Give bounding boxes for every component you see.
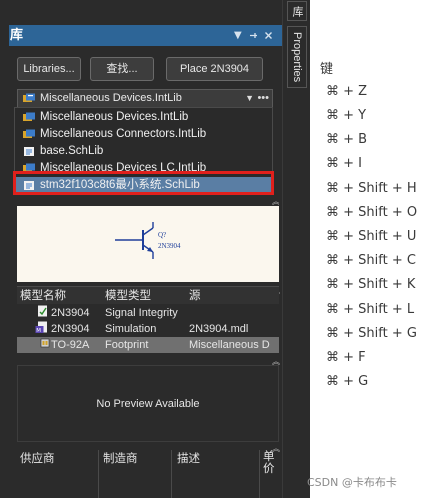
col-unit-price[interactable]: 单价: [263, 450, 277, 474]
col-supplier[interactable]: 供应商: [20, 450, 55, 466]
table-row[interactable]: 2N3904 Signal Integrity: [17, 305, 279, 321]
library-select-value: Miscellaneous Devices.IntLib: [40, 92, 182, 104]
supplier-grid-header: 供应商 制造商 描述 单价: [17, 450, 279, 498]
shortcut-item: ⌘ + F: [326, 350, 366, 365]
models-grid: 模型名称 模型类型 源 2N3904 Signal Integrity M 2N…: [17, 286, 279, 354]
library-option[interactable]: Miscellaneous Devices.IntLib: [15, 109, 272, 126]
pin-icon[interactable]: [249, 25, 258, 46]
shortcut-header: 键: [320, 62, 334, 77]
search-button[interactable]: 查找...: [90, 57, 154, 81]
place-button[interactable]: Place 2N3904: [166, 57, 263, 81]
svg-text:Q?: Q?: [158, 231, 166, 239]
shortcut-item: ⌘ + Shift + O: [326, 205, 418, 220]
shortcut-item: ⌘ + Shift + G: [326, 326, 417, 341]
panel-menu-icon[interactable]: ▼: [234, 25, 242, 46]
watermark: CSDN @卡布布卡: [307, 476, 397, 489]
more-options-icon[interactable]: •••: [257, 90, 269, 107]
col-manufacturer[interactable]: 制造商: [103, 450, 138, 466]
library-option-label: Miscellaneous Devices.IntLib: [40, 111, 189, 123]
shortcut-item: ⌘ + Y: [326, 108, 367, 123]
close-icon[interactable]: [264, 25, 273, 46]
col-description[interactable]: 描述: [177, 450, 200, 466]
shortcut-item: ⌘ + Shift + K: [326, 277, 416, 292]
col-model-name[interactable]: 模型名称: [20, 287, 66, 304]
chevron-down-icon[interactable]: ▼: [245, 90, 254, 107]
shortcut-item: ⌘ + Z: [326, 84, 368, 99]
column-divider: [98, 450, 99, 498]
transistor-symbol: Q? 2N3904: [115, 222, 181, 259]
libraries-panel: 库 ▼ Libraries... 查找... Place 2N3904 Misc…: [9, 0, 282, 498]
shortcut-item: ⌘ + B: [326, 132, 368, 147]
screenshot-root: 库 ▼ Libraries... 查找... Place 2N3904 Misc…: [0, 0, 431, 498]
libraries-button[interactable]: Libraries...: [17, 57, 81, 81]
shortcut-list: 键 ⌘ + Z ⌘ + Y ⌘ + B ⌘ + I ⌘ + Shift + H …: [320, 0, 431, 498]
column-divider: [171, 450, 172, 498]
shortcut-item: ⌘ + G: [326, 374, 369, 389]
table-row[interactable]: M 2N3904 Simulation 2N3904.mdl: [17, 321, 279, 337]
library-option-label: base.SchLib: [40, 145, 104, 157]
footprint-preview: No Preview Available: [17, 365, 279, 442]
tab-properties[interactable]: Properties: [287, 26, 307, 88]
library-select[interactable]: Miscellaneous Devices.IntLib ▼ •••: [17, 89, 273, 108]
col-model-type[interactable]: 模型类型: [105, 287, 151, 304]
highlight-box: [13, 171, 274, 195]
shortcut-item: ⌘ + Shift + L: [326, 302, 415, 317]
left-edge-strip: [0, 0, 9, 498]
svg-text:2N3904: 2N3904: [158, 242, 181, 250]
side-tab-strip: 库 Properties: [282, 0, 310, 498]
table-row-selected[interactable]: TO-92A Footprint Miscellaneous D: [17, 337, 279, 353]
column-divider: [259, 450, 260, 498]
signal-integrity-icon: [35, 305, 49, 321]
simulation-icon: M: [35, 321, 49, 337]
svg-text:M: M: [36, 328, 41, 334]
shortcut-item: ⌘ + Shift + H: [326, 181, 417, 196]
library-option-label: Miscellaneous Connectors.IntLib: [40, 128, 207, 140]
symbol-preview: Q? 2N3904: [17, 206, 279, 282]
library-option[interactable]: Miscellaneous Connectors.IntLib: [15, 126, 272, 143]
footprint-icon: [39, 337, 51, 353]
models-grid-header: 模型名称 模型类型 源: [17, 287, 279, 304]
panel-titlebar: 库 ▼: [9, 25, 282, 46]
panel-title: 库: [10, 28, 24, 43]
tab-library[interactable]: 库: [287, 1, 307, 21]
shortcut-item: ⌘ + Shift + C: [326, 253, 416, 268]
shortcut-item: ⌘ + I: [326, 156, 362, 171]
library-option[interactable]: base.SchLib: [15, 143, 272, 160]
col-source[interactable]: 源: [189, 287, 201, 304]
shortcut-item: ⌘ + Shift + U: [326, 229, 417, 244]
